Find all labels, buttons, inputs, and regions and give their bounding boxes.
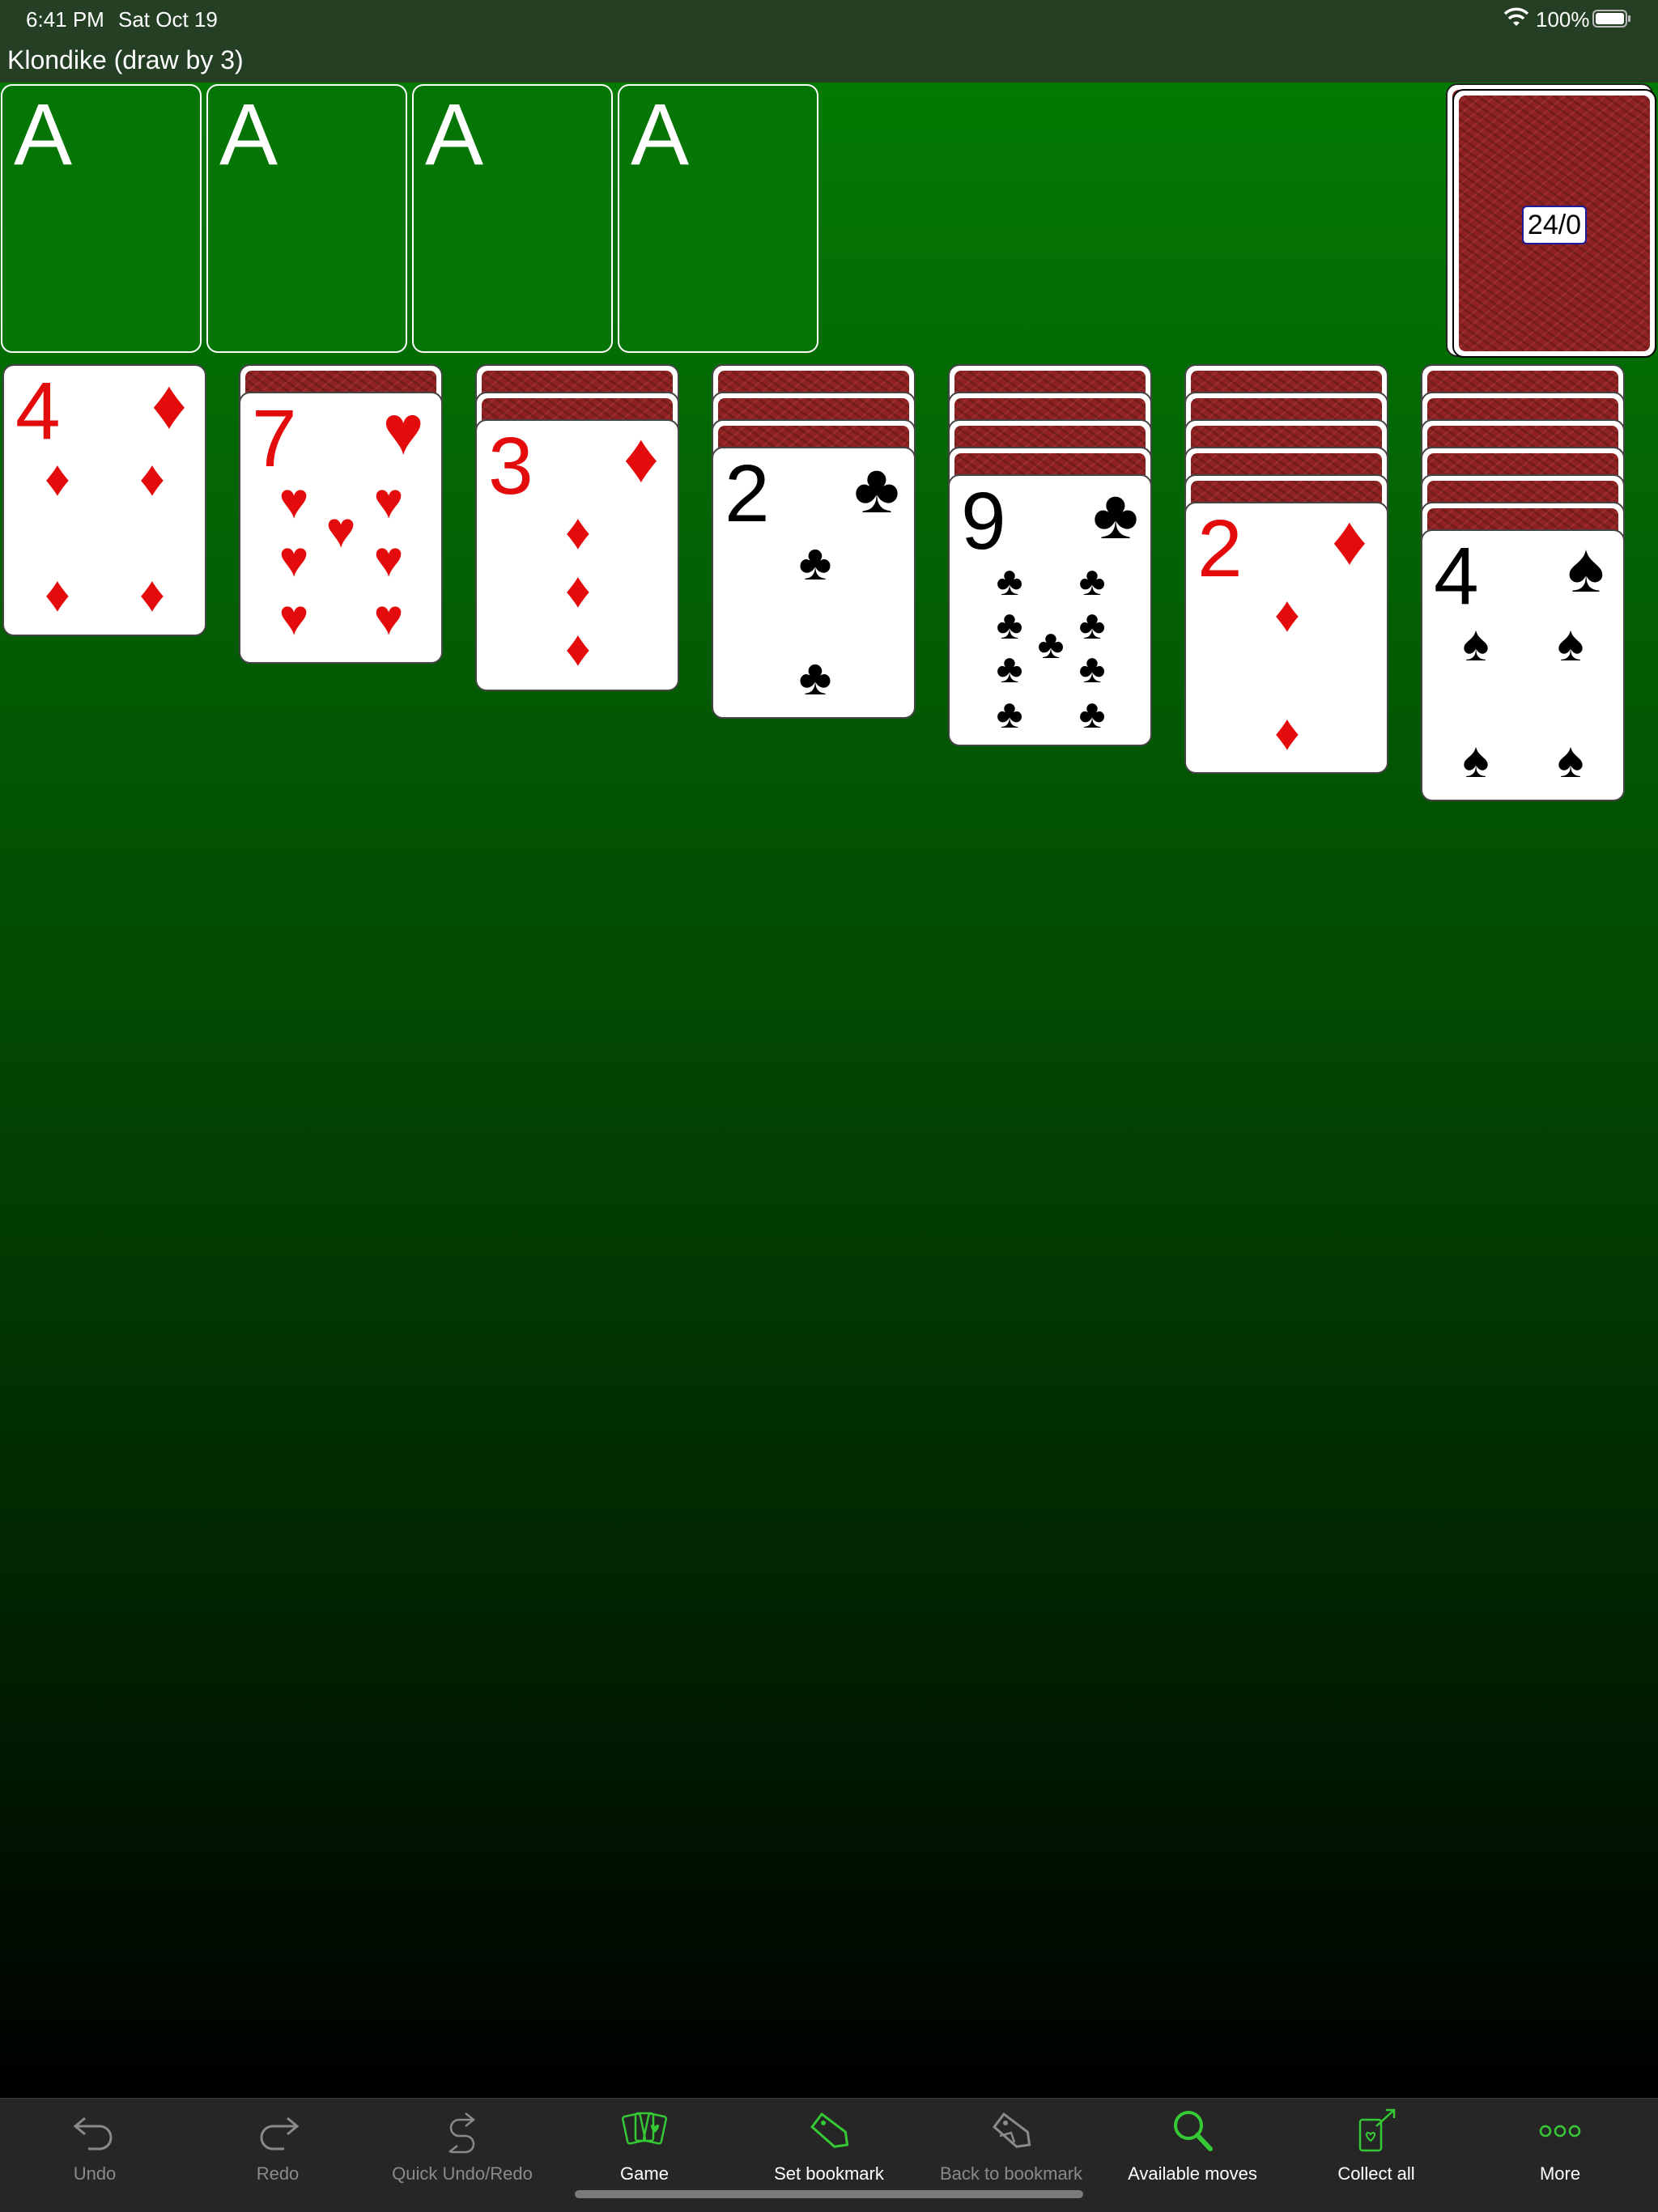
heart-icon: ♥ xyxy=(373,590,404,646)
game-cards-icon xyxy=(622,2112,667,2145)
diamond-icon: ♦ xyxy=(45,451,70,507)
card-7-hearts[interactable]: 7 ♥ ♥ ♥ ♥ ♥ ♥ ♥ ♥ xyxy=(239,392,443,664)
toolbar-label: Undo xyxy=(73,2163,117,2184)
card-rank: 7 xyxy=(252,393,297,484)
status-bar: 6:41 PM Sat Oct 19 100% xyxy=(0,0,1658,39)
diamond-icon: ♦ xyxy=(565,563,591,618)
club-icon: ♣ xyxy=(1092,476,1139,554)
heart-icon: ♥ xyxy=(373,473,404,529)
available-moves-button[interactable]: Available moves xyxy=(1101,2099,1284,2188)
more-button[interactable]: More xyxy=(1469,2099,1652,2188)
diamond-icon: ♦ xyxy=(1274,705,1300,761)
heart-icon: ♥ xyxy=(382,392,424,469)
foundation-pile-3[interactable]: A xyxy=(412,84,613,353)
undo-icon xyxy=(73,2116,113,2150)
foundation-pile-2[interactable]: A xyxy=(206,84,407,353)
club-icon: ♣ xyxy=(996,602,1023,647)
card-9-clubs[interactable]: 9 ♣ ♣ ♣ ♣ ♣ ♣ ♣ ♣ ♣ ♣ xyxy=(948,474,1152,746)
foundation-label: A xyxy=(14,85,73,183)
collect-all-icon xyxy=(1358,2108,1396,2152)
spade-icon: ♠ xyxy=(1462,732,1490,788)
quick-undo-redo-button[interactable]: Quick Undo/Redo xyxy=(371,2099,554,2188)
card-3-diamonds[interactable]: 3 ♦ ♦ ♦ ♦ xyxy=(475,419,679,691)
club-icon: ♣ xyxy=(996,646,1023,691)
card-rank: 4 xyxy=(1434,531,1479,622)
club-icon: ♣ xyxy=(798,535,832,591)
diamond-icon: ♦ xyxy=(565,621,591,677)
spade-icon: ♠ xyxy=(1462,616,1490,672)
club-icon: ♣ xyxy=(853,450,900,528)
toolbar-label: Game xyxy=(620,2163,669,2184)
diamond-icon: ♦ xyxy=(623,419,659,497)
card-4-spades[interactable]: 4 ♠ ♠ ♠ ♠ ♠ xyxy=(1421,529,1625,801)
undo-button[interactable]: Undo xyxy=(3,2099,186,2188)
diamond-icon: ♦ xyxy=(1332,502,1367,580)
club-icon: ♣ xyxy=(996,691,1023,737)
toolbar-label: Quick Undo/Redo xyxy=(392,2163,533,2184)
magnifier-icon xyxy=(1174,2111,1213,2151)
spade-icon: ♠ xyxy=(1557,616,1584,672)
more-icon xyxy=(1539,2125,1581,2138)
collect-all-button[interactable]: Collect all xyxy=(1285,2099,1468,2188)
back-to-bookmark-icon xyxy=(993,2112,1031,2148)
redo-icon xyxy=(260,2116,300,2150)
toolbar-label: Available moves xyxy=(1128,2163,1257,2184)
club-icon: ♣ xyxy=(1078,602,1106,647)
foundation-pile-1[interactable]: A xyxy=(1,84,202,353)
spade-icon: ♠ xyxy=(1557,732,1584,788)
game-button[interactable]: Game xyxy=(553,2099,736,2188)
club-icon: ♣ xyxy=(1078,646,1106,691)
set-bookmark-button[interactable]: Set bookmark xyxy=(738,2099,920,2188)
status-time: 6:41 PM xyxy=(26,7,104,32)
game-title: Klondike (draw by 3) xyxy=(7,45,244,74)
diamond-icon: ♦ xyxy=(565,504,591,560)
heart-icon: ♥ xyxy=(278,532,309,588)
foundation-label: A xyxy=(219,85,278,183)
heart-icon: ♥ xyxy=(278,473,309,529)
card-4-diamonds[interactable]: 4 ♦ ♦ ♦ ♦ ♦ xyxy=(2,364,206,636)
spade-icon: ♠ xyxy=(1567,529,1605,607)
home-indicator xyxy=(575,2190,1083,2198)
card-rank: 4 xyxy=(15,366,61,456)
diamond-icon: ♦ xyxy=(151,366,187,444)
club-icon: ♣ xyxy=(1078,558,1106,604)
club-icon: ♣ xyxy=(1037,622,1065,667)
title-bar: Klondike (draw by 3) xyxy=(0,39,1658,83)
diamond-icon: ♦ xyxy=(139,567,165,622)
card-2-diamonds[interactable]: 2 ♦ ♦ ♦ xyxy=(1184,502,1388,774)
toolbar-label: More xyxy=(1539,2163,1581,2184)
battery-percentage: 100% xyxy=(1536,7,1590,32)
bookmark-icon xyxy=(810,2112,849,2148)
heart-icon: ♥ xyxy=(373,532,404,588)
toolbar-label: Set bookmark xyxy=(774,2163,884,2184)
quick-undo-redo-icon xyxy=(449,2112,476,2154)
club-icon: ♣ xyxy=(996,558,1023,604)
club-icon: ♣ xyxy=(798,650,832,706)
status-date: Sat Oct 19 xyxy=(118,7,218,32)
wifi-icon xyxy=(1503,7,1529,26)
redo-button[interactable]: Redo xyxy=(186,2099,369,2188)
foundation-pile-4[interactable]: A xyxy=(618,84,818,353)
battery-icon xyxy=(1592,10,1630,28)
stock-count-badge: 24/0 xyxy=(1522,206,1587,244)
foundation-label: A xyxy=(631,85,690,183)
card-rank: 9 xyxy=(961,476,1006,567)
toolbar-label: Collect all xyxy=(1337,2163,1415,2184)
card-rank: 2 xyxy=(725,448,770,539)
back-to-bookmark-button[interactable]: Back to bookmark xyxy=(920,2099,1103,2188)
foundation-label: A xyxy=(425,85,484,183)
toolbar-label: Redo xyxy=(256,2163,300,2184)
diamond-icon: ♦ xyxy=(139,451,165,507)
card-rank: 2 xyxy=(1197,503,1243,594)
heart-icon: ♥ xyxy=(325,503,356,558)
heart-icon: ♥ xyxy=(278,590,309,646)
card-2-clubs[interactable]: 2 ♣ ♣ ♣ xyxy=(712,447,916,719)
club-icon: ♣ xyxy=(1078,691,1106,737)
diamond-icon: ♦ xyxy=(45,567,70,622)
toolbar-label: Back to bookmark xyxy=(939,2163,1083,2184)
diamond-icon: ♦ xyxy=(1274,587,1300,643)
card-rank: 3 xyxy=(488,421,534,512)
